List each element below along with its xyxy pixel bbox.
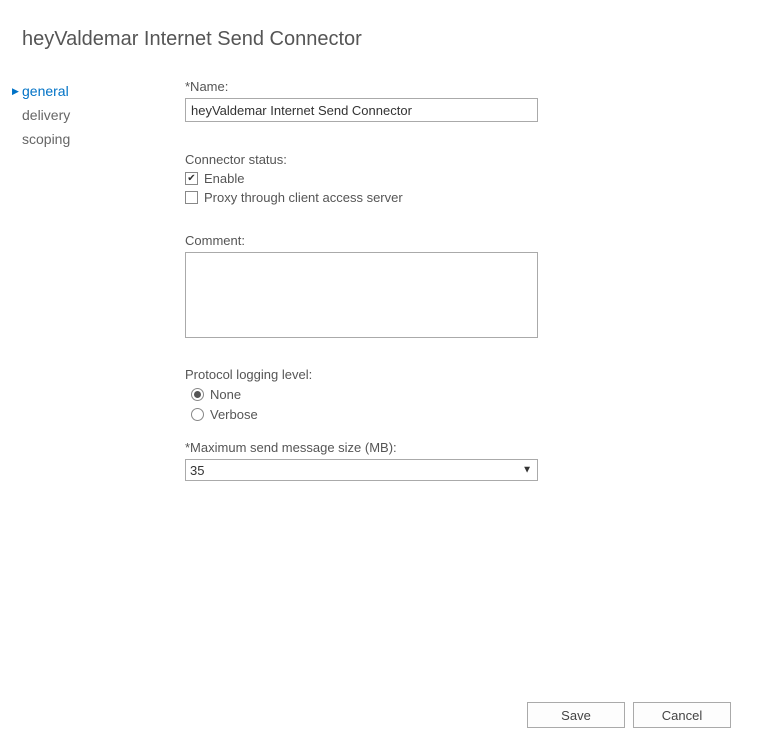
name-label: *Name:: [185, 79, 731, 94]
enable-checkbox-row[interactable]: Enable: [185, 171, 731, 186]
logging-verbose-radio[interactable]: Verbose: [191, 407, 731, 422]
sidebar-item-label: delivery: [22, 107, 70, 123]
enable-checkbox-label: Enable: [204, 171, 244, 186]
logging-none-radio[interactable]: None: [191, 387, 731, 402]
cancel-button[interactable]: Cancel: [633, 702, 731, 728]
radio-label: Verbose: [210, 407, 258, 422]
connector-status-section: Connector status: Enable Proxy through c…: [185, 152, 731, 205]
comment-label: Comment:: [185, 233, 731, 248]
radio-label: None: [210, 387, 241, 402]
maxsize-select-wrap[interactable]: 35 ▼: [185, 459, 538, 481]
sidebar-item-general[interactable]: ▶ general: [12, 79, 185, 103]
proxy-checkbox-label: Proxy through client access server: [204, 190, 403, 205]
comment-section: Comment:: [185, 233, 731, 341]
sidebar-item-label: scoping: [22, 131, 70, 147]
logging-label: Protocol logging level:: [185, 367, 731, 382]
logging-section: Protocol logging level: None Verbose: [185, 367, 731, 422]
sidebar-item-scoping[interactable]: ▶ scoping: [12, 127, 185, 151]
sidebar-item-label: general: [22, 83, 69, 99]
proxy-checkbox-row[interactable]: Proxy through client access server: [185, 190, 731, 205]
page-title: heyValdemar Internet Send Connector: [0, 0, 761, 51]
caret-right-icon: ▶: [12, 86, 22, 97]
main-panel: *Name: Connector status: Enable Proxy th…: [185, 79, 761, 481]
maxsize-select[interactable]: 35: [185, 459, 538, 481]
sidebar-item-delivery[interactable]: ▶ delivery: [12, 103, 185, 127]
checkbox-icon: [185, 191, 198, 204]
status-label: Connector status:: [185, 152, 731, 167]
checkbox-icon: [185, 172, 198, 185]
radio-icon: [191, 388, 204, 401]
name-field-group: *Name:: [185, 79, 731, 122]
comment-textarea[interactable]: [185, 252, 538, 338]
maxsize-label: *Maximum send message size (MB):: [185, 440, 731, 455]
radio-icon: [191, 408, 204, 421]
name-input[interactable]: [185, 98, 538, 122]
button-bar: Save Cancel: [527, 702, 731, 728]
save-button[interactable]: Save: [527, 702, 625, 728]
maxsize-section: *Maximum send message size (MB): 35 ▼: [185, 440, 731, 481]
sidebar: ▶ general ▶ delivery ▶ scoping: [0, 79, 185, 481]
